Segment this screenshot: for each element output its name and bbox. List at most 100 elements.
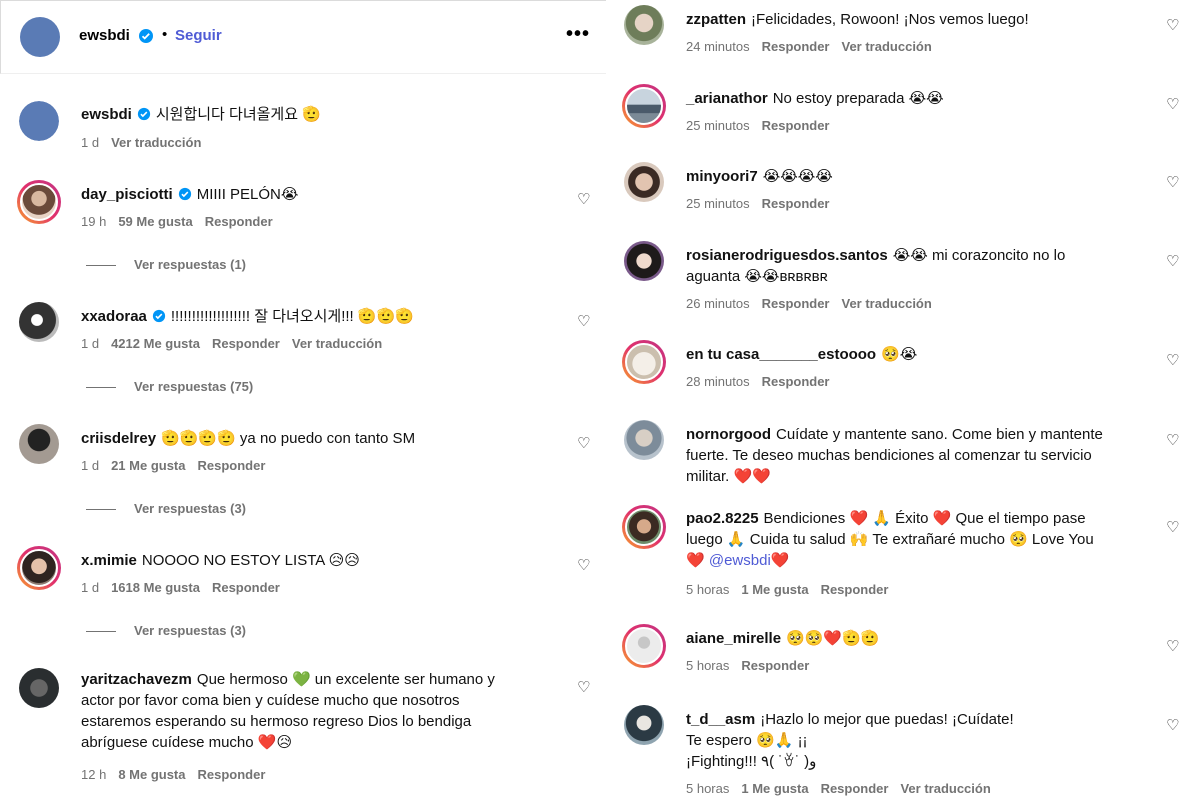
comment-username[interactable]: nornorgood <box>686 426 771 443</box>
translate-link[interactable]: Ver traducción <box>842 39 932 54</box>
reply-link[interactable]: Responder <box>205 214 273 229</box>
avatar[interactable] <box>622 505 666 549</box>
avatar[interactable] <box>624 420 664 460</box>
comment-username[interactable]: zzpatten <box>686 11 746 28</box>
header-username[interactable]: ewsbdi <box>79 27 130 44</box>
heart-icon[interactable]: ♡ <box>577 556 590 574</box>
like-count[interactable]: 1618 Me gusta <box>111 580 200 595</box>
comment-time: 1 d <box>81 135 100 150</box>
comment-time: 26 minutos <box>686 296 750 311</box>
heart-icon[interactable]: ♡ <box>1166 518 1179 536</box>
comment-username[interactable]: en tu casa_______estoooo <box>686 346 876 363</box>
comment-body-line: Que hermoso 💚 un excelente ser humano y <box>196 671 495 688</box>
translate-link[interactable]: Ver traducción <box>842 296 932 311</box>
reply-link[interactable]: Responder <box>762 118 830 133</box>
heart-icon[interactable]: ♡ <box>1166 431 1179 449</box>
comment-username[interactable]: x.mimie <box>81 552 137 569</box>
avatar[interactable] <box>624 241 664 281</box>
heart-icon[interactable]: ♡ <box>1166 716 1179 734</box>
like-count[interactable]: 8 Me gusta <box>118 767 185 782</box>
comment-body-line: abríguese cuídese mucho ❤️😥 <box>81 734 293 751</box>
avatar[interactable] <box>622 84 666 128</box>
avatar[interactable] <box>624 705 664 745</box>
avatar[interactable] <box>622 624 666 668</box>
comment-text: minyoori7 😭😭😭😭 <box>686 166 833 187</box>
follow-button[interactable]: Seguir <box>175 27 222 44</box>
right-panel: zzpatten ¡Felicidades, Rowoon! ¡Nos vemos… <box>606 0 1200 800</box>
reply-link[interactable]: Responder <box>198 767 266 782</box>
translate-link[interactable]: Ver traducción <box>292 336 382 351</box>
heart-icon[interactable]: ♡ <box>577 434 590 452</box>
heart-icon[interactable]: ♡ <box>577 190 590 208</box>
verified-icon <box>152 309 165 323</box>
heart-icon[interactable]: ♡ <box>577 678 590 696</box>
comment-body-line: aguanta 😭😭ʙʀʙʀʙʀ <box>686 268 828 285</box>
heart-icon[interactable]: ♡ <box>1166 637 1179 655</box>
view-replies-link[interactable]: Ver respuestas (3) <box>86 623 246 638</box>
reply-link[interactable]: Responder <box>821 582 889 597</box>
comment-time: 1 d <box>81 580 100 595</box>
avatar[interactable] <box>17 180 61 224</box>
view-replies-link[interactable]: Ver respuestas (75) <box>86 379 253 394</box>
view-replies-link[interactable]: Ver respuestas (1) <box>86 257 246 272</box>
comment-username[interactable]: pao2.8225 <box>686 510 759 527</box>
avatar[interactable] <box>19 101 59 141</box>
comment-username[interactable]: t_d__asm <box>686 711 755 728</box>
reply-link[interactable]: Responder <box>212 336 280 351</box>
heart-icon[interactable]: ♡ <box>1166 16 1179 34</box>
comment-username[interactable]: day_pisciotti <box>81 186 173 203</box>
like-count[interactable]: 1 Me gusta <box>741 582 808 597</box>
avatar[interactable] <box>624 5 664 45</box>
comment-text: x.mimie NOOOO NO ESTOY LISTA 😥😥 <box>81 550 360 571</box>
mention-link[interactable]: @ewsbdi <box>709 552 771 569</box>
like-count[interactable]: 4212 Me gusta <box>111 336 200 351</box>
comment-item: t_d__asm ¡Hazlo lo mejor que puedas! ¡Cuí… <box>624 705 1194 799</box>
reply-link[interactable]: Responder <box>762 39 830 54</box>
comment-item: yaritzachavezm Que hermoso 💚 un excelente… <box>19 668 599 796</box>
like-count[interactable]: 21 Me gusta <box>111 458 185 473</box>
comment-username[interactable]: _arianathor <box>686 90 768 107</box>
reply-link[interactable]: Responder <box>212 580 280 595</box>
comment-username[interactable]: aiane_mirelle <box>686 630 781 647</box>
comment-body: !!!!!!!!!!!!!!!!!!! 잘 다녀오시게!!! 🫡🫡🫡 <box>170 308 414 325</box>
reply-link[interactable]: Responder <box>762 196 830 211</box>
comment-item: x.mimie NOOOO NO ESTOY LISTA 😥😥 1 d 1618 M… <box>17 546 597 616</box>
profile-avatar[interactable] <box>20 17 60 57</box>
comment-meta: 19 h 59 Me gusta Responder <box>81 214 285 229</box>
comment-username[interactable]: rosianerodriguesdos.santos <box>686 247 888 264</box>
comment-username[interactable]: xxadoraa <box>81 308 147 325</box>
reply-link[interactable]: Responder <box>762 374 830 389</box>
translate-link[interactable]: Ver traducción <box>900 781 990 796</box>
translate-link[interactable]: Ver traducción <box>111 135 201 150</box>
comment-text: day_pisciotti MIIII PELÓN😭 <box>81 184 298 205</box>
like-count[interactable]: 59 Me gusta <box>118 214 192 229</box>
avatar[interactable] <box>622 340 666 384</box>
comment-username[interactable]: yaritzachavezm <box>81 671 192 688</box>
comment-username[interactable]: minyoori7 <box>686 168 758 185</box>
heart-icon[interactable]: ♡ <box>1166 173 1179 191</box>
comment-time: 25 minutos <box>686 118 750 133</box>
avatar[interactable] <box>19 302 59 342</box>
comment-username[interactable]: criisdelrey <box>81 430 156 447</box>
heart-icon[interactable]: ♡ <box>577 312 590 330</box>
more-options-icon[interactable]: ••• <box>566 23 590 46</box>
reply-link[interactable]: Responder <box>741 658 809 673</box>
caption-comment: ewsbdi 시원합니다 다녀올게요 🫡 1 d Ver traducción <box>19 101 579 161</box>
avatar[interactable] <box>624 162 664 202</box>
comment-time: 12 h <box>81 767 107 782</box>
view-replies-link[interactable]: Ver respuestas (3) <box>86 501 246 516</box>
reply-link[interactable]: Responder <box>198 458 266 473</box>
comment-text: pao2.8225 Bendiciones ❤️ 🙏 Éxito ❤️ Que e… <box>686 508 1094 571</box>
reply-link[interactable]: Responder <box>821 781 889 796</box>
heart-icon[interactable]: ♡ <box>1166 95 1179 113</box>
comment-time: 5 horas <box>686 582 730 597</box>
heart-icon[interactable]: ♡ <box>1166 351 1179 369</box>
avatar[interactable] <box>19 668 59 708</box>
heart-icon[interactable]: ♡ <box>1166 252 1179 270</box>
avatar[interactable] <box>17 546 61 590</box>
like-count[interactable]: 1 Me gusta <box>741 781 808 796</box>
comment-username[interactable]: ewsbdi <box>81 106 132 123</box>
reply-link[interactable]: Responder <box>762 296 830 311</box>
comment-meta: 24 minutos Responder Ver traducción <box>686 39 944 54</box>
avatar[interactable] <box>19 424 59 464</box>
